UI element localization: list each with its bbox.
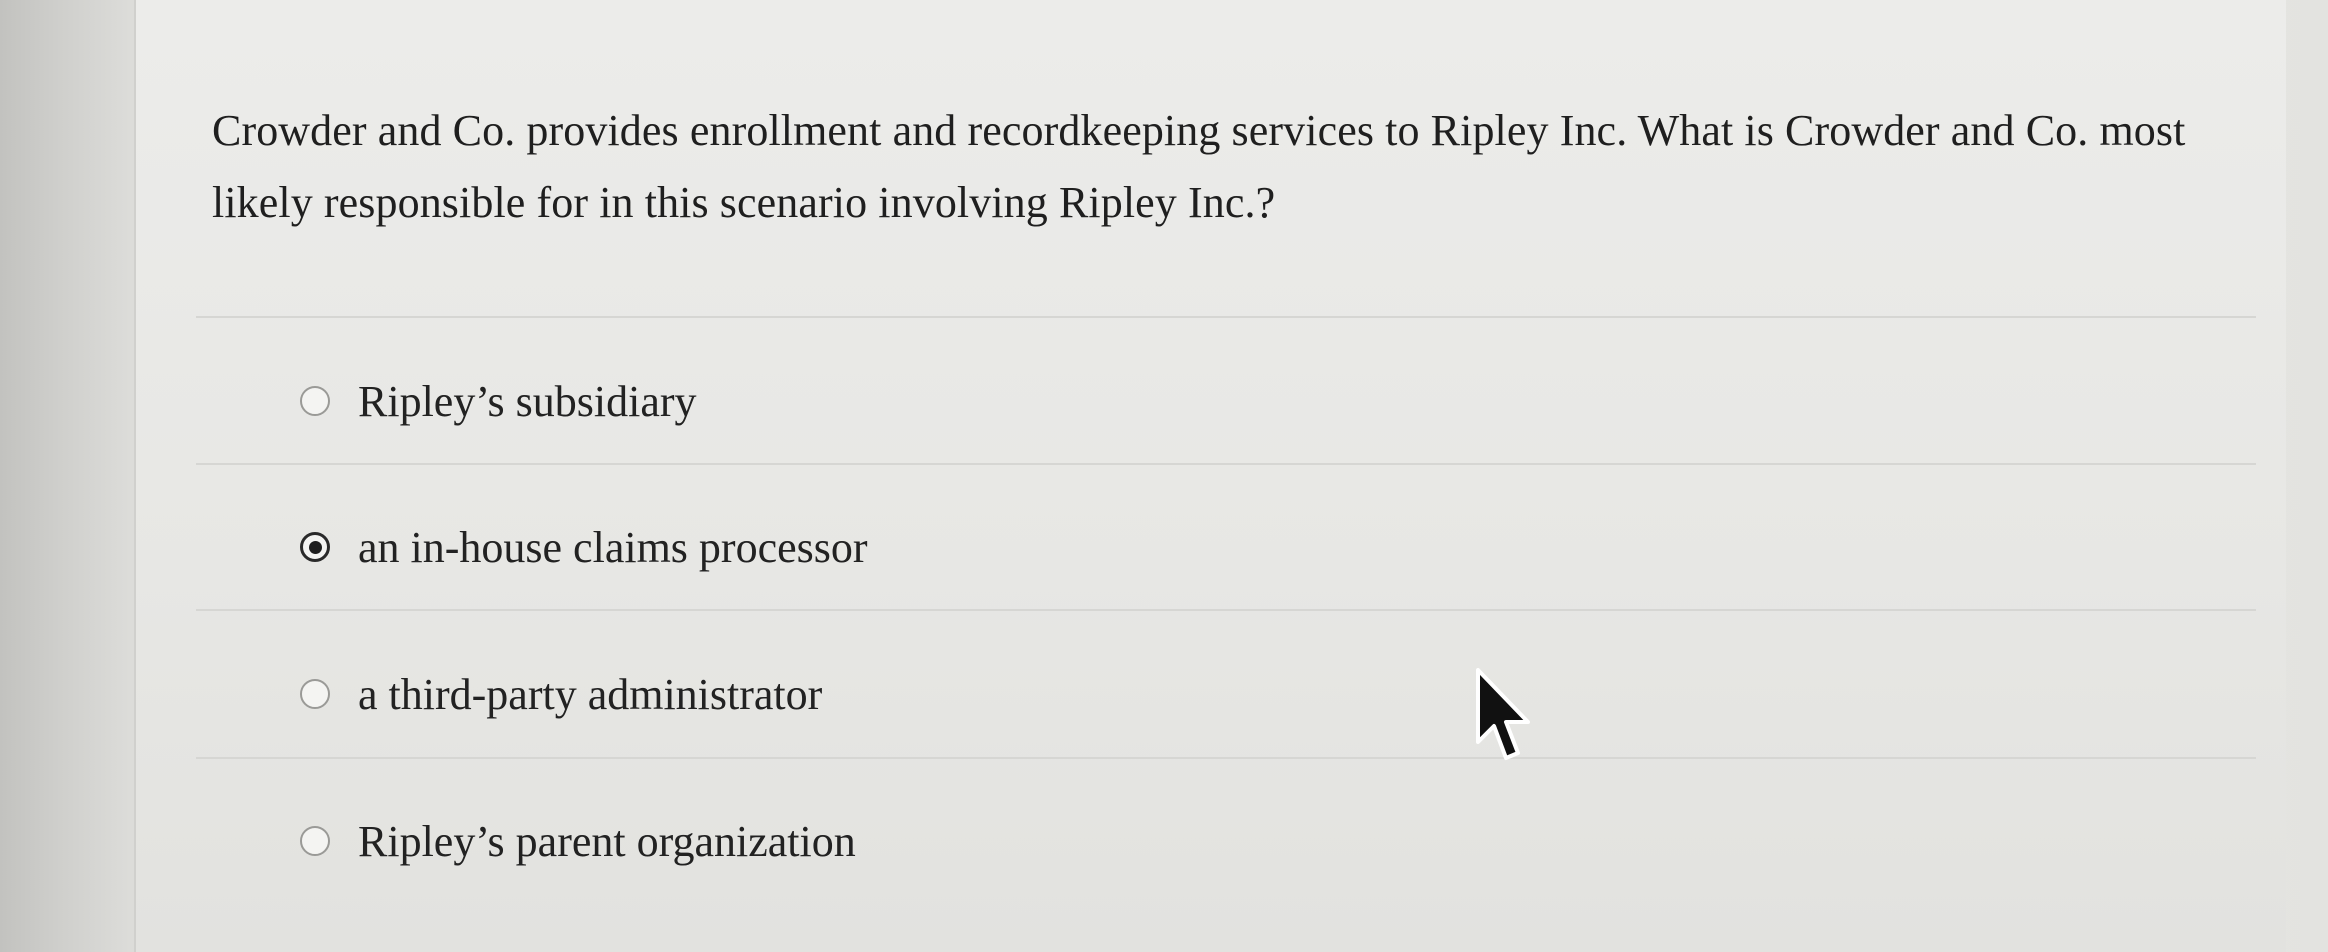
arrow-pointer-icon [1476, 668, 1530, 760]
option-label: Ripley’s parent organization [358, 816, 856, 866]
option-ripleys-parent-organization[interactable]: Ripley’s parent organization [300, 806, 856, 876]
screen: Crowder and Co. provides enrollment and … [0, 0, 2328, 952]
option-label: Ripley’s subsidiary [358, 376, 697, 426]
divider [196, 757, 2256, 759]
radio-button[interactable] [300, 386, 330, 416]
divider [196, 463, 2256, 465]
option-label: a third-party administrator [358, 669, 823, 719]
option-label: an in-house claims processor [358, 522, 868, 572]
option-in-house-claims-processor[interactable]: an in-house claims processor [300, 512, 868, 582]
option-third-party-administrator[interactable]: a third-party administrator [300, 659, 822, 729]
radio-dot [308, 540, 322, 554]
radio-button-selected[interactable] [300, 532, 330, 562]
divider [196, 609, 2256, 611]
radio-button[interactable] [300, 679, 330, 709]
radio-button[interactable] [300, 826, 330, 856]
question-text: Crowder and Co. provides enrollment and … [212, 106, 2186, 227]
divider [196, 316, 2256, 318]
option-ripleys-subsidiary[interactable]: Ripley’s subsidiary [300, 366, 697, 436]
